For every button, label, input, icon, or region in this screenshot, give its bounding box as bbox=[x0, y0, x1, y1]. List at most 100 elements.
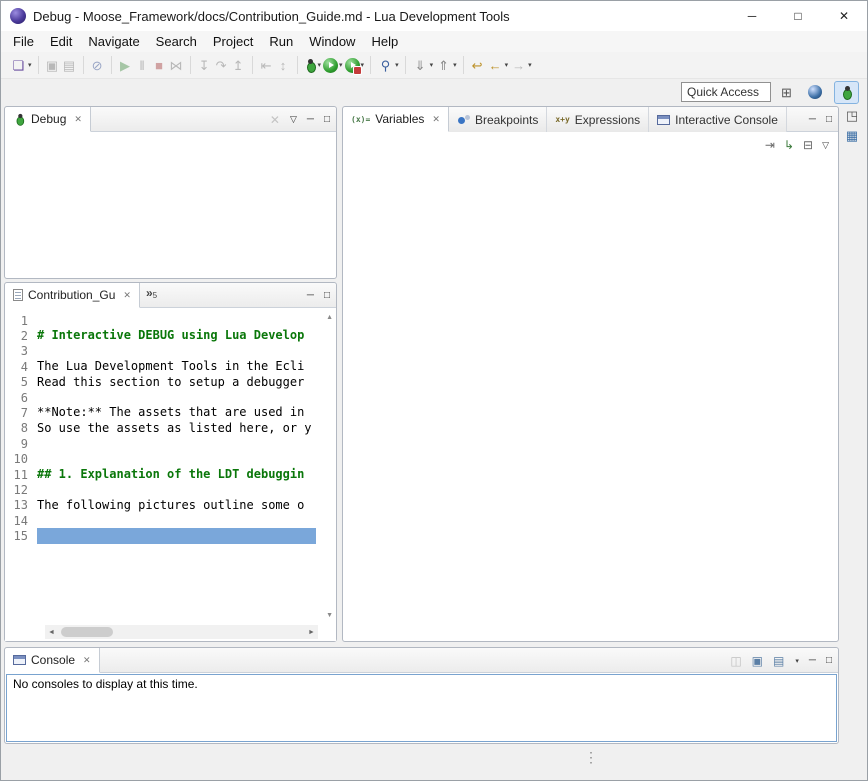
disconnect-icon[interactable]: ⋈ bbox=[168, 55, 185, 75]
drop-to-frame-icon[interactable]: ⇤ bbox=[258, 55, 275, 75]
scroll-left-icon[interactable]: ◄ bbox=[45, 629, 58, 636]
pin-console-icon[interactable]: ◫ bbox=[730, 655, 741, 667]
menu-search[interactable]: Search bbox=[148, 32, 205, 51]
menu-edit[interactable]: Edit bbox=[42, 32, 80, 51]
console-output[interactable]: No consoles to display at this time. bbox=[6, 674, 837, 742]
editor-line[interactable]: 5Read this section to setup a debugger bbox=[5, 375, 336, 390]
debug-button[interactable]: ▾ bbox=[304, 58, 322, 72]
editor-line[interactable]: 15 bbox=[5, 528, 336, 543]
menu-window[interactable]: Window bbox=[301, 32, 363, 51]
tab-expressions[interactable]: x+y Expressions bbox=[547, 107, 649, 132]
maximize-panel-icon[interactable]: □ bbox=[324, 114, 330, 125]
view-menu-icon[interactable]: ▽ bbox=[822, 140, 829, 151]
editor-line[interactable]: 11## 1. Explanation of the LDT debuggin bbox=[5, 467, 336, 482]
editor-text-area[interactable]: 12# Interactive DEBUG using Lua Develop3… bbox=[5, 309, 336, 641]
forward-button[interactable]: → ▾ bbox=[510, 55, 532, 75]
dropdown-arrow-icon[interactable]: ▾ bbox=[505, 61, 509, 69]
dropdown-arrow-icon[interactable]: ▾ bbox=[339, 61, 343, 69]
previous-annotation-button[interactable]: ⇑ ▾ bbox=[435, 55, 457, 75]
step-over-icon[interactable]: ↷ bbox=[213, 55, 230, 75]
tab-variables[interactable]: (x)= Variables ✕ bbox=[343, 107, 449, 132]
step-into-icon[interactable]: ↧ bbox=[196, 55, 213, 75]
dropdown-arrow-icon[interactable]: ▾ bbox=[318, 61, 322, 69]
maximize-panel-icon[interactable]: □ bbox=[324, 290, 330, 301]
search-button[interactable]: ⚲ ▾ bbox=[377, 55, 399, 75]
scroll-up-icon[interactable]: ▲ bbox=[326, 314, 333, 321]
ldt-perspective-button[interactable] bbox=[802, 81, 827, 104]
minimize-panel-icon[interactable]: ─ bbox=[809, 655, 816, 666]
close-button[interactable]: ✕ bbox=[821, 1, 867, 31]
dropdown-arrow-icon[interactable]: ▾ bbox=[430, 61, 434, 69]
quick-access-box[interactable]: Quick Access bbox=[681, 82, 771, 102]
show-type-names-icon[interactable]: ⇥ bbox=[765, 138, 775, 152]
minimize-panel-icon[interactable]: ─ bbox=[307, 290, 314, 301]
editor-overflow-chevron[interactable]: » 5 bbox=[140, 283, 163, 307]
skip-breakpoints-icon[interactable]: ⊘ bbox=[89, 55, 106, 75]
view-menu-icon[interactable]: ▽ bbox=[290, 114, 297, 125]
tab-console[interactable]: Console ✕ bbox=[5, 648, 100, 673]
editor-line[interactable]: 7**Note:** The assets that are used in bbox=[5, 405, 336, 420]
maximize-panel-icon[interactable]: □ bbox=[826, 114, 832, 125]
editor-line[interactable]: 6 bbox=[5, 390, 336, 405]
step-return-icon[interactable]: ↥ bbox=[230, 55, 247, 75]
dropdown-arrow-icon[interactable]: ▾ bbox=[395, 61, 399, 69]
show-logical-structures-icon[interactable]: ↳ bbox=[784, 138, 794, 152]
dropdown-arrow-icon[interactable]: ▾ bbox=[453, 61, 457, 69]
save-all-icon[interactable]: ▤ bbox=[61, 55, 78, 75]
open-console-icon[interactable]: ▤ bbox=[773, 655, 784, 667]
close-tab-icon[interactable]: ✕ bbox=[74, 114, 82, 125]
back-button[interactable]: ← ▾ bbox=[487, 55, 509, 75]
menu-project[interactable]: Project bbox=[205, 32, 261, 51]
minimize-panel-icon[interactable]: ─ bbox=[809, 114, 816, 125]
use-step-filters-icon[interactable]: ↕ bbox=[275, 55, 292, 75]
scroll-down-icon[interactable]: ▼ bbox=[326, 612, 333, 619]
tab-debug-view[interactable]: Debug ✕ bbox=[5, 107, 91, 132]
editor-line[interactable]: 2# Interactive DEBUG using Lua Develop bbox=[5, 328, 336, 343]
maximize-panel-icon[interactable]: □ bbox=[826, 655, 832, 666]
sash-drag-handle[interactable]: ⋮ bbox=[584, 749, 598, 766]
close-tab-icon[interactable]: ✕ bbox=[432, 114, 440, 125]
scroll-right-icon[interactable]: ► bbox=[305, 629, 318, 636]
editor-line[interactable]: 12 bbox=[5, 482, 336, 497]
suspend-icon[interactable]: ‖ bbox=[134, 55, 151, 75]
minimize-button[interactable]: ─ bbox=[729, 1, 775, 31]
editor-line[interactable]: 8So use the assets as listed here, or y bbox=[5, 421, 336, 436]
close-tab-icon[interactable]: ✕ bbox=[123, 290, 131, 301]
dropdown-arrow-icon[interactable]: ▾ bbox=[28, 61, 32, 69]
editor-line[interactable]: 13The following pictures outline some o bbox=[5, 498, 336, 513]
display-selected-console-icon[interactable]: ▣ bbox=[752, 655, 763, 667]
external-tools-button[interactable]: ▾ bbox=[345, 58, 365, 73]
scrollbar-thumb[interactable] bbox=[61, 627, 113, 637]
editor-line[interactable]: 14 bbox=[5, 513, 336, 528]
menu-help[interactable]: Help bbox=[363, 32, 406, 51]
tab-interactive-console[interactable]: Interactive Console bbox=[649, 107, 787, 132]
resume-icon[interactable]: ▶ bbox=[117, 55, 134, 75]
editor-line[interactable]: 10 bbox=[5, 452, 336, 467]
minimized-view-grid-icon[interactable]: ▦ bbox=[846, 129, 858, 142]
menu-navigate[interactable]: Navigate bbox=[80, 32, 147, 51]
minimize-panel-icon[interactable]: ─ bbox=[307, 114, 314, 125]
next-annotation-button[interactable]: ⇓ ▾ bbox=[412, 55, 434, 75]
tab-breakpoints[interactable]: Breakpoints bbox=[449, 107, 547, 132]
run-button[interactable]: ▾ bbox=[323, 58, 343, 73]
editor-line[interactable]: 9 bbox=[5, 436, 336, 451]
restore-view-icon[interactable]: ◳ bbox=[846, 109, 858, 122]
terminate-icon[interactable]: ■ bbox=[151, 55, 168, 75]
tab-contribution-guide[interactable]: Contribution_Gu ✕ bbox=[5, 283, 140, 308]
dropdown-arrow-icon[interactable]: ▾ bbox=[528, 61, 532, 69]
remove-terminated-icon[interactable]: ✕ bbox=[270, 114, 280, 126]
new-wizard-button[interactable]: ❏ ▾ bbox=[10, 55, 32, 75]
collapse-all-icon[interactable]: ⊟ bbox=[803, 138, 813, 152]
close-tab-icon[interactable]: ✕ bbox=[83, 655, 91, 666]
debug-perspective-button[interactable] bbox=[834, 81, 859, 104]
editor-line[interactable]: 3 bbox=[5, 344, 336, 359]
open-perspective-icon[interactable]: ⊞ bbox=[778, 82, 795, 102]
menu-run[interactable]: Run bbox=[261, 32, 301, 51]
last-edit-location-icon[interactable]: ↩ bbox=[469, 55, 486, 75]
dropdown-arrow-icon[interactable]: ▾ bbox=[795, 657, 799, 665]
editor-line[interactable]: 1 bbox=[5, 313, 336, 328]
horizontal-scrollbar[interactable]: ◄ ► bbox=[45, 625, 318, 639]
editor-line[interactable]: 4The Lua Development Tools in the Ecli bbox=[5, 359, 336, 374]
menu-file[interactable]: File bbox=[5, 32, 42, 51]
save-icon[interactable]: ▣ bbox=[44, 55, 61, 75]
